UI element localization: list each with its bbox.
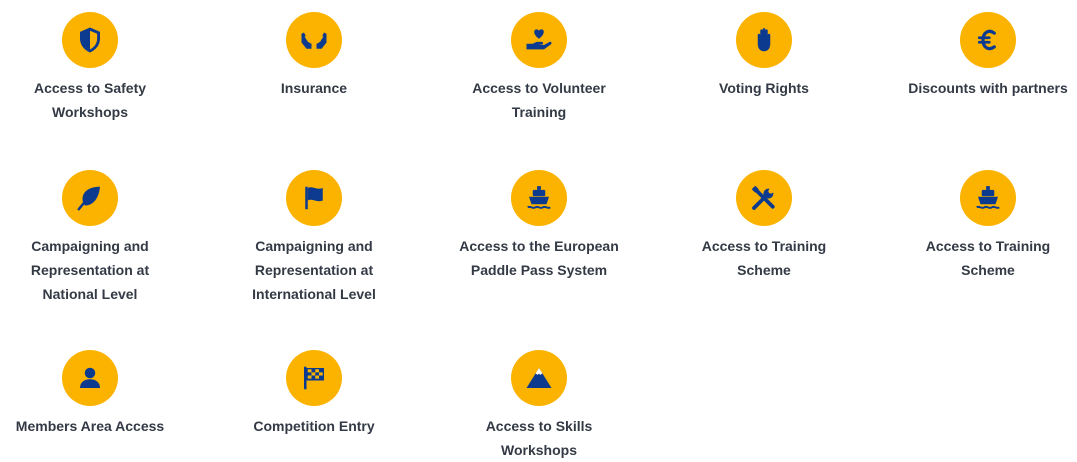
benefit-members-area: Members Area Access	[0, 350, 190, 438]
benefit-label: Access to Training Scheme	[925, 238, 1051, 278]
heart-hand-icon	[511, 12, 567, 68]
benefit-safety-workshops: Access to Safety Workshops	[0, 12, 190, 124]
flag-icon	[286, 170, 342, 226]
benefit-discounts: Discounts with partners	[888, 12, 1077, 100]
benefit-training-scheme: Access to Training Scheme	[888, 170, 1077, 282]
raised-hand-icon	[736, 12, 792, 68]
benefit-label: Insurance	[280, 80, 348, 96]
euro-icon	[960, 12, 1016, 68]
benefit-national-campaigning: Campaigning and Representation at Nation…	[0, 170, 190, 306]
benefit-volunteer-training: Access to Volunteer Training	[439, 12, 639, 124]
benefit-label: Members Area Access	[15, 418, 165, 434]
benefit-label: Access to Volunteer Training	[472, 80, 606, 120]
ship-icon	[960, 170, 1016, 226]
benefit-training-scheme: Access to Training Scheme	[664, 170, 864, 282]
shield-icon	[62, 12, 118, 68]
benefit-label: Discounts with partners	[908, 80, 1068, 96]
benefit-label: Campaigning and Representation at Nation…	[30, 238, 150, 302]
benefit-paddle-pass: Access to the European Paddle Pass Syste…	[439, 170, 639, 282]
benefit-international-campaigning: Campaigning and Representation at Intern…	[214, 170, 414, 306]
benefit-skills-workshops: Access to Skills Workshops	[439, 350, 639, 462]
benefit-competition-entry: Competition Entry	[214, 350, 414, 438]
benefit-label: Campaigning and Representation at Intern…	[252, 238, 376, 302]
ship-icon	[511, 170, 567, 226]
user-icon	[62, 350, 118, 406]
benefit-label: Access to Training Scheme	[701, 238, 827, 278]
benefit-voting-rights: Voting Rights	[664, 12, 864, 100]
checkered-flag-icon	[286, 350, 342, 406]
benefit-label: Access to Skills Workshops	[485, 418, 593, 458]
tools-icon	[736, 170, 792, 226]
benefit-label: Competition Entry	[253, 418, 375, 434]
mountain-icon	[511, 350, 567, 406]
leaf-icon	[62, 170, 118, 226]
benefit-label: Voting Rights	[719, 80, 809, 96]
hands-icon	[286, 12, 342, 68]
benefit-label: Access to the European Paddle Pass Syste…	[459, 238, 619, 278]
benefit-insurance: Insurance	[214, 12, 414, 100]
benefit-label: Access to Safety Workshops	[33, 80, 147, 120]
